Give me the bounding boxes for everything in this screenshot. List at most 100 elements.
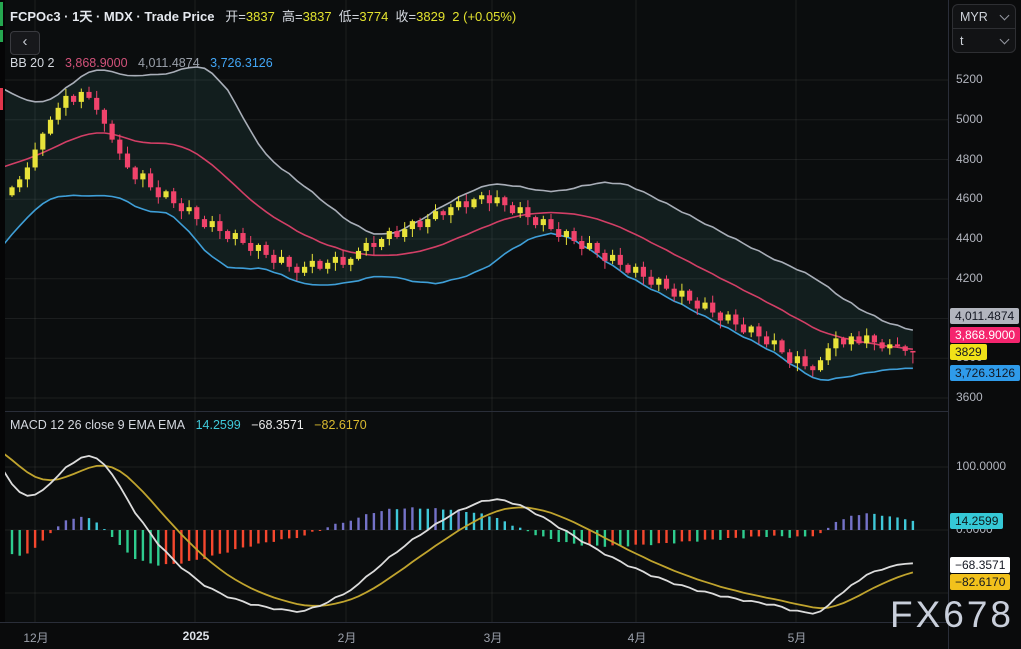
macd-histogram-bar xyxy=(850,516,852,530)
macd-histogram-bar xyxy=(665,530,667,543)
candle-body xyxy=(9,187,14,195)
candle-body xyxy=(510,205,515,213)
macd-histogram-bar xyxy=(188,530,190,561)
chevron-down-icon xyxy=(1000,10,1010,20)
macd-legend[interactable]: MACD 12 26 close 9 EMA EMA 14.2599 −68.3… xyxy=(10,418,374,432)
macd-histogram-bar xyxy=(804,530,806,536)
unit-value: t xyxy=(960,34,963,48)
macd-histogram-bar xyxy=(889,516,891,530)
candle-body xyxy=(856,336,861,343)
close-label: 收= xyxy=(396,9,417,24)
candle-body xyxy=(387,231,392,239)
time-axis-label[interactable]: 4月 xyxy=(628,629,647,646)
macd-histogram-bar xyxy=(226,530,228,553)
candle-body xyxy=(556,229,561,237)
high-label: 高= xyxy=(282,9,303,24)
open-value: 3837 xyxy=(246,9,275,24)
macd-histogram-bar xyxy=(288,530,290,538)
candle-body xyxy=(94,98,99,110)
macd-histogram-bar xyxy=(88,518,90,530)
bb-lower-price-label: 3,726.3126 xyxy=(950,365,1020,381)
macd-histogram-bar xyxy=(49,530,51,533)
macd-histogram-bar xyxy=(912,521,914,530)
macd-histogram-bar xyxy=(373,513,375,530)
macd-histogram-bar xyxy=(627,530,629,546)
axis-tick: 5200 xyxy=(956,72,983,86)
candle-body xyxy=(610,255,615,261)
macd-histogram-bar xyxy=(242,530,244,547)
candle-body xyxy=(40,134,45,150)
candle-body xyxy=(764,336,769,344)
candle-body xyxy=(171,191,176,203)
candle-body xyxy=(595,243,600,253)
macd-histogram-bar xyxy=(742,530,744,538)
candle-body xyxy=(749,326,754,332)
trading-chart-app: FCPOc3 · 1天 · MDX · Trade Price 开=3837 高… xyxy=(0,0,1021,649)
candle-body xyxy=(418,221,423,227)
time-axis-label[interactable]: 12月 xyxy=(23,629,48,646)
macd-histogram-bar xyxy=(26,530,28,554)
candle-body xyxy=(217,221,222,231)
time-axis-label[interactable]: 3月 xyxy=(484,629,503,646)
macd-histogram-bar xyxy=(126,530,128,553)
macd-histogram-bar xyxy=(327,527,329,530)
macd-histogram-bar xyxy=(704,530,706,540)
candle-body xyxy=(772,340,777,344)
close-value: 3829 xyxy=(416,9,445,24)
candle-body xyxy=(156,187,161,197)
chart-canvas[interactable] xyxy=(0,0,948,622)
macd-histogram-bar xyxy=(588,530,590,545)
bollinger-legend[interactable]: BB 20 2 3,868.9000 4,011.4874 3,726.3126 xyxy=(10,56,280,70)
macd-histogram-bar xyxy=(419,509,421,530)
macd-histogram-bar xyxy=(619,530,621,546)
back-chevron-icon: ‹ xyxy=(23,33,28,50)
bb-upper-price-label: 4,011.4874 xyxy=(950,308,1019,324)
symbol-header: FCPOc3 · 1天 · MDX · Trade Price 开=3837 高… xyxy=(10,6,516,25)
macd-histogram-bar xyxy=(250,530,252,547)
back-button[interactable]: ‹ xyxy=(10,31,40,55)
macd-histogram-bar xyxy=(365,514,367,530)
macd-histogram-bar xyxy=(635,530,637,545)
candle-body xyxy=(402,229,407,237)
time-axis[interactable]: 12月 2025 2月 3月 4月 5月 xyxy=(0,622,1021,649)
candle-body xyxy=(202,219,207,227)
macd-histogram-bar xyxy=(411,507,413,530)
macd-histogram-bar xyxy=(527,530,529,531)
candle-body xyxy=(741,324,746,332)
macd-main-line xyxy=(0,431,913,614)
candle-body xyxy=(179,203,184,211)
collapsed-panel-strip[interactable] xyxy=(0,0,5,649)
high-value: 3837 xyxy=(303,9,332,24)
candle-body xyxy=(317,261,322,269)
strip-mark xyxy=(0,88,3,110)
candle-body xyxy=(833,338,838,348)
candle-body xyxy=(394,231,399,237)
macd-histogram-bar xyxy=(519,528,521,530)
macd-histogram-bar xyxy=(789,530,791,538)
time-axis-label[interactable]: 2月 xyxy=(338,629,357,646)
macd-histogram-bar xyxy=(481,513,483,530)
macd-histogram-bar xyxy=(72,519,74,530)
macd-histogram-bar xyxy=(357,518,359,530)
macd-histogram-bar xyxy=(650,530,652,545)
macd-histogram-bar xyxy=(858,515,860,530)
time-axis-label[interactable]: 2025 xyxy=(183,629,210,643)
macd-histogram-bar xyxy=(750,530,752,537)
macd-histogram-bar xyxy=(881,516,883,530)
macd-histogram-bar xyxy=(134,530,136,559)
candle-body xyxy=(702,303,707,309)
macd-line-label: −68.3571 xyxy=(950,557,1010,573)
unit-dropdown[interactable]: t xyxy=(953,28,1015,52)
macd-histogram-bar xyxy=(496,518,498,530)
price-axis-panel[interactable]: MYR t 5200500048004600440042004000380036… xyxy=(948,0,1021,649)
macd-histogram-bar xyxy=(65,520,67,530)
candle-body xyxy=(895,344,900,346)
candle-body xyxy=(125,154,130,168)
currency-dropdown[interactable]: MYR xyxy=(953,5,1015,28)
candle-body xyxy=(148,173,153,187)
candle-body xyxy=(48,120,53,134)
time-axis-label[interactable]: 5月 xyxy=(788,629,807,646)
candle-body xyxy=(810,366,815,370)
candle-body xyxy=(687,291,692,301)
candle-body xyxy=(572,231,577,241)
